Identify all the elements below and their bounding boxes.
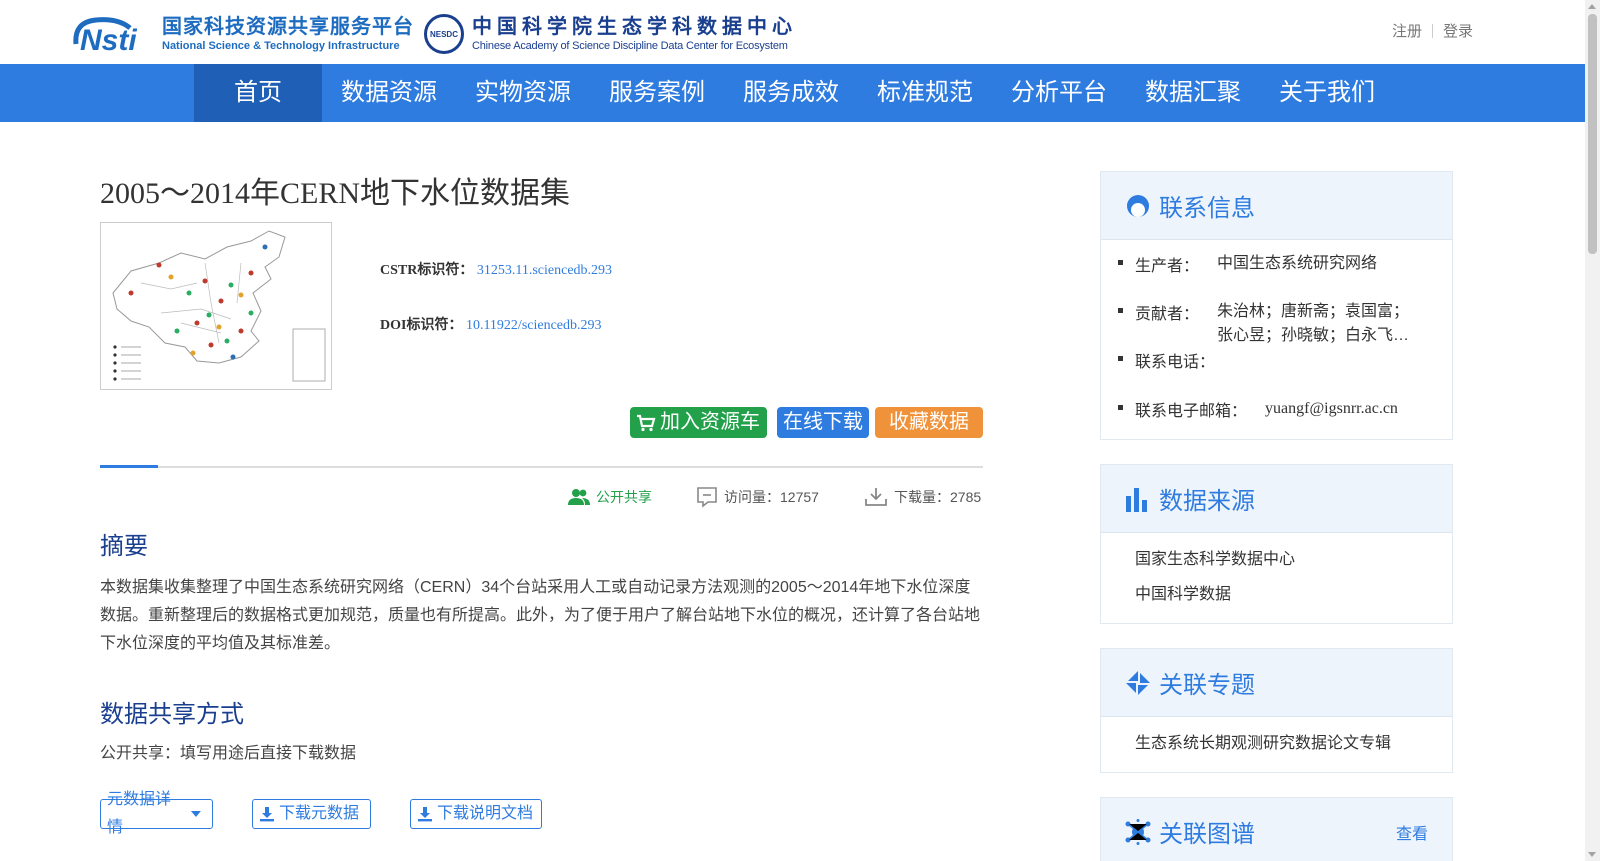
online-download-button[interactable]: 在线下载 xyxy=(777,407,869,438)
visit-count: 访问量： 12757 xyxy=(696,486,819,508)
cstr-identifier: CSTR标识符： 31253.11.sciencedb.293 xyxy=(380,259,612,279)
nav-item-service-cases[interactable]: 服务案例 xyxy=(590,64,724,122)
cstr-label: CSTR标识符： xyxy=(380,263,474,278)
nav-item-home[interactable]: 首页 xyxy=(194,64,322,122)
main-nav: 首页 数据资源 实物资源 服务案例 服务成效 标准规范 分析平台 数据汇聚 关于… xyxy=(0,64,1585,122)
nav-item-about-us[interactable]: 关于我们 xyxy=(1260,64,1394,122)
nav-item-data-aggregation[interactable]: 数据汇聚 xyxy=(1126,64,1260,122)
data-source-title: 数据来源 xyxy=(1159,488,1255,515)
contact-title: 联系信息 xyxy=(1159,195,1255,222)
phone-row: 联系电话： xyxy=(1118,348,1215,372)
sharing-text: 公开共享：填写用途后直接下载数据 xyxy=(100,745,357,762)
comment-icon xyxy=(697,487,717,508)
auth-divider xyxy=(1431,23,1433,38)
dataset-thumbnail-map[interactable] xyxy=(100,222,332,390)
nesdc-logo[interactable]: NESDC 中国科学院生态学科数据中心 Chinese Academy of S… xyxy=(424,14,797,54)
graph-network-icon xyxy=(1125,818,1151,845)
doi-label: DOI标识符： xyxy=(380,318,463,333)
page-scrollbar[interactable] xyxy=(1585,0,1600,861)
top-header: Nsti 国家科技资源共享服务平台 National Science & Tec… xyxy=(0,0,1585,64)
nav-item-service-outcomes[interactable]: 服务成效 xyxy=(724,64,858,122)
add-to-cart-button[interactable]: 加入资源车 xyxy=(630,407,767,438)
download-count-value: 2785 xyxy=(950,489,982,505)
platform-name-en: National Science & Technology Infrastruc… xyxy=(162,40,400,52)
bar-chart-icon xyxy=(1126,487,1147,512)
related-topic-title: 关联专题 xyxy=(1159,672,1255,699)
download-doc-button[interactable]: 下载说明文档 xyxy=(410,799,542,829)
download-icon xyxy=(260,807,274,822)
share-status: 公开共享 xyxy=(568,486,652,508)
download-icon xyxy=(418,807,432,822)
metadata-detail-dropdown[interactable]: 元数据详情 xyxy=(100,791,213,836)
scroll-up-arrow-icon[interactable] xyxy=(1588,4,1596,9)
related-topic-card: 关联专题 生态系统长期观测研究数据论文专辑 xyxy=(1100,648,1453,773)
sharing-heading: 数据共享方式 xyxy=(100,701,244,728)
email-row: 联系电子邮箱： yuangf@igsnrr.ac.cn xyxy=(1118,397,1398,421)
data-source-card: 数据来源 国家生态科学数据中心 中国科学数据 xyxy=(1100,464,1453,624)
source-item[interactable]: 国家生态科学数据中心 xyxy=(1135,545,1295,569)
view-graph-link[interactable]: 查看 xyxy=(1396,820,1428,844)
register-link[interactable]: 注册 xyxy=(1392,20,1422,41)
contact-email[interactable]: yuangf@igsnrr.ac.cn xyxy=(1265,397,1398,421)
cart-icon xyxy=(637,414,656,431)
nav-item-physical-resources[interactable]: 实物资源 xyxy=(456,64,590,122)
visit-count-value: 12757 xyxy=(780,489,819,505)
cstr-link[interactable]: 31253.11.sciencedb.293 xyxy=(477,263,612,278)
favorite-dataset-button[interactable]: 收藏数据集 xyxy=(875,407,983,464)
download-tray-icon xyxy=(865,488,887,506)
contributors-row: 贡献者： 朱治林；唐新斋；袁国富； 张心昱；孙晓敏；白永飞… xyxy=(1118,300,1409,348)
auth-links: 注册 登录 xyxy=(1392,20,1473,41)
dataset-title: 2005～2014年CERN地下水位数据集 xyxy=(100,177,571,210)
nesdc-badge-icon: NESDC xyxy=(424,14,464,54)
nav-item-analysis-platform[interactable]: 分析平台 xyxy=(992,64,1126,122)
nsti-logo[interactable]: Nsti 国家科技资源共享服务平台 National Science & Tec… xyxy=(70,14,414,57)
download-count: 下载量： 2785 xyxy=(864,486,981,508)
svg-text:Nsti: Nsti xyxy=(80,24,137,54)
abstract-text: 本数据集收集整理了中国生态系统研究网络（CERN）34个台站采用人工或自动记录方… xyxy=(100,579,981,652)
center-name-en: Chinese Academy of Science Discipline Da… xyxy=(472,40,788,52)
login-link[interactable]: 登录 xyxy=(1443,20,1473,41)
scrollbar-thumb[interactable] xyxy=(1588,14,1597,254)
platform-name-cn: 国家科技资源共享服务平台 xyxy=(162,16,414,38)
related-graph-card: 关联图谱 查看 xyxy=(1100,797,1453,861)
add-to-cart-label: 加入资源车 xyxy=(660,411,760,433)
caret-down-icon xyxy=(191,811,202,817)
contact-person-icon xyxy=(1126,194,1150,217)
abstract-heading: 摘要 xyxy=(100,533,148,560)
users-icon xyxy=(568,489,590,505)
contact-card: 联系信息 生产者： 中国生态系统研究网络 贡献者： 朱治林；唐新斋；袁国富； 张… xyxy=(1100,171,1453,440)
active-tab-indicator xyxy=(100,465,158,468)
related-graph-title: 关联图谱 xyxy=(1159,821,1255,848)
topic-item[interactable]: 生态系统长期观测研究数据论文专辑 xyxy=(1135,729,1391,753)
producer-row: 生产者： 中国生态系统研究网络 xyxy=(1118,252,1377,276)
doi-identifier: DOI标识符： 10.11922/sciencedb.293 xyxy=(380,314,602,334)
center-name-cn: 中国科学院生态学科数据中心 xyxy=(472,16,797,38)
nav-item-data-resources[interactable]: 数据资源 xyxy=(322,64,456,122)
nsti-logo-mark: Nsti xyxy=(70,14,158,57)
download-metadata-button[interactable]: 下载元数据 xyxy=(252,799,371,829)
nav-item-standards[interactable]: 标准规范 xyxy=(858,64,992,122)
source-item[interactable]: 中国科学数据 xyxy=(1135,580,1231,604)
detail-tab-underline xyxy=(100,465,983,468)
topic-icon xyxy=(1126,670,1150,695)
scroll-down-arrow-icon[interactable] xyxy=(1588,852,1596,857)
doi-link[interactable]: 10.11922/sciencedb.293 xyxy=(466,318,602,333)
